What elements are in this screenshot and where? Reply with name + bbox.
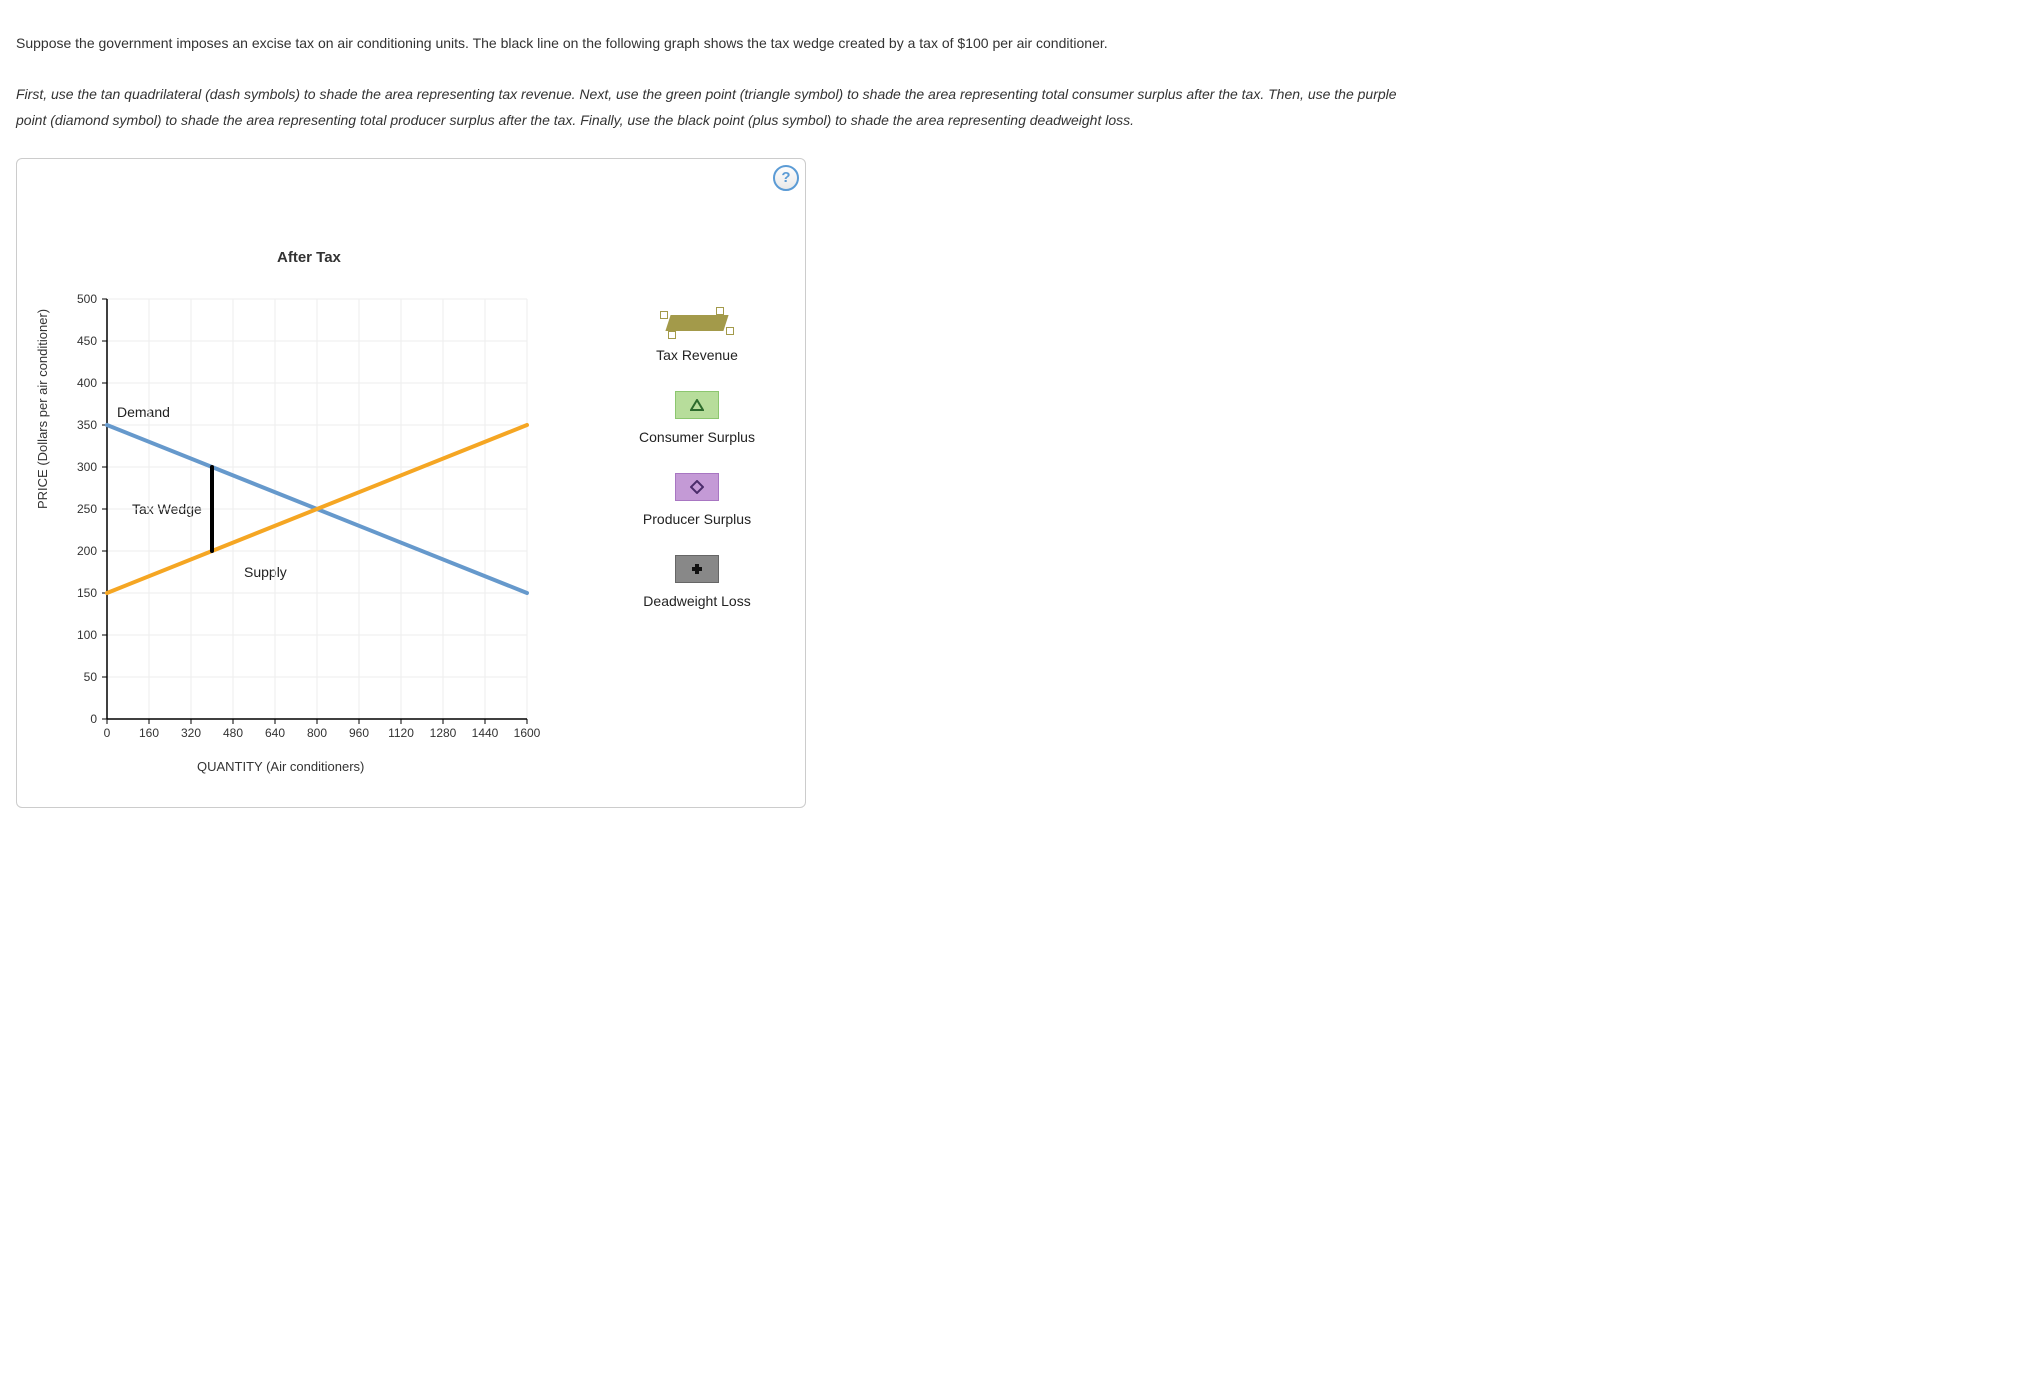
svg-text:0: 0 — [90, 712, 97, 726]
plus-icon — [675, 555, 719, 583]
svg-text:150: 150 — [77, 586, 97, 600]
svg-text:640: 640 — [265, 726, 285, 740]
svg-text:300: 300 — [77, 460, 97, 474]
diamond-icon — [675, 473, 719, 501]
svg-text:960: 960 — [349, 726, 369, 740]
svg-text:1440: 1440 — [472, 726, 499, 740]
svg-text:160: 160 — [139, 726, 159, 740]
legend-label: Tax Revenue — [656, 347, 738, 363]
legend-deadweight-loss[interactable]: Deadweight Loss — [607, 555, 787, 609]
svg-text:1280: 1280 — [430, 726, 457, 740]
svg-text:1120: 1120 — [388, 726, 414, 740]
svg-text:450: 450 — [77, 334, 97, 348]
question-paragraph-1: Suppose the government imposes an excise… — [16, 30, 1416, 57]
y-axis-label: PRICE (Dollars per air conditioner) — [35, 309, 50, 509]
legend-label: Consumer Surplus — [639, 429, 755, 445]
chart-title: After Tax — [277, 249, 341, 266]
svg-text:480: 480 — [223, 726, 243, 740]
legend-palette: Tax Revenue Consumer Surplus Producer Su… — [607, 309, 787, 637]
svg-text:200: 200 — [77, 544, 97, 558]
svg-text:800: 800 — [307, 726, 327, 740]
svg-text:100: 100 — [77, 628, 97, 642]
svg-text:1600: 1600 — [514, 726, 541, 740]
svg-text:500: 500 — [77, 292, 97, 306]
legend-tax-revenue[interactable]: Tax Revenue — [607, 309, 787, 363]
dash-quadrilateral-icon — [662, 309, 732, 337]
svg-text:250: 250 — [77, 502, 97, 516]
svg-text:400: 400 — [77, 376, 97, 390]
help-button[interactable]: ? — [773, 165, 799, 191]
svg-text:350: 350 — [77, 418, 97, 432]
x-axis-label: QUANTITY (Air conditioners) — [197, 759, 364, 774]
legend-label: Producer Surplus — [643, 511, 751, 527]
svg-text:0: 0 — [104, 726, 111, 740]
chart-plot-area[interactable]: 0501001502002503003504004505000160320480… — [107, 299, 527, 719]
svg-text:50: 50 — [84, 670, 98, 684]
triangle-icon — [675, 391, 719, 419]
graph-card: ? After Tax PRICE (Dollars per air condi… — [16, 158, 806, 808]
legend-label: Deadweight Loss — [643, 593, 750, 609]
legend-producer-surplus[interactable]: Producer Surplus — [607, 473, 787, 527]
legend-consumer-surplus[interactable]: Consumer Surplus — [607, 391, 787, 445]
svg-text:320: 320 — [181, 726, 201, 740]
question-paragraph-2: First, use the tan quadrilateral (dash s… — [16, 81, 1416, 134]
